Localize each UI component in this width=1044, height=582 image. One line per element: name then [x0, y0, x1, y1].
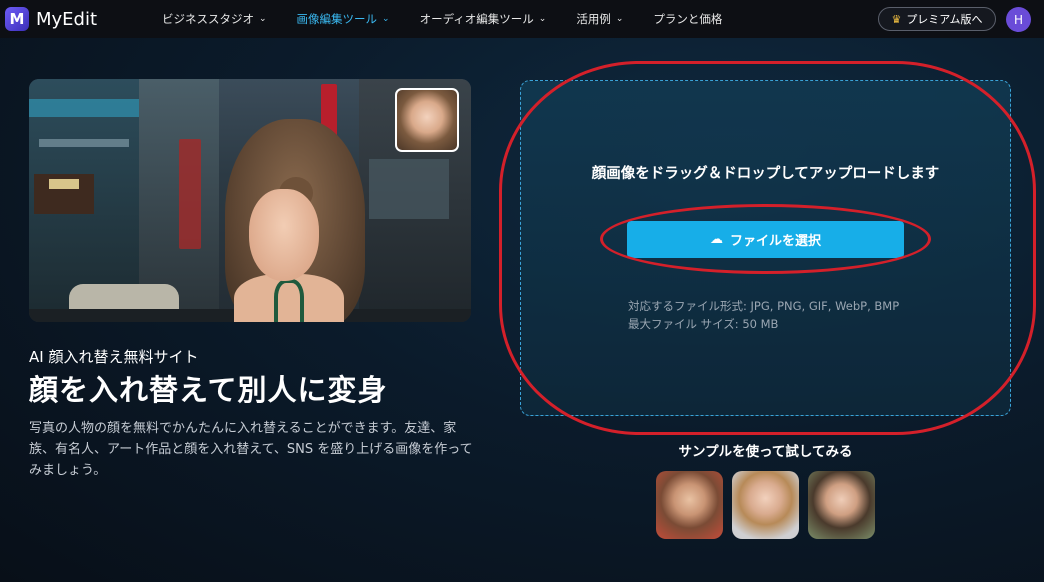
nav-label: オーディオ編集ツール: [419, 12, 534, 26]
nav-item-business-studio[interactable]: ビジネススタジオ ⌄: [162, 11, 267, 27]
max-file-size: 最大ファイル サイズ: 50 MB: [628, 317, 779, 331]
sample-image-3[interactable]: [808, 471, 875, 539]
upload-info: 対応するファイル形式: JPG, PNG, GIF, WebP, BMP 最大フ…: [628, 297, 899, 333]
nav-item-image-editing[interactable]: 画像編集ツール ⌄: [297, 11, 390, 27]
nav-label: 画像編集ツール: [296, 12, 378, 26]
sample-image-1[interactable]: [656, 471, 723, 539]
reference-face-thumbnail: [395, 88, 459, 152]
nav-label: 活用例: [576, 12, 611, 26]
samples-label: サンプルを使って試してみる: [678, 444, 853, 460]
brand-logo[interactable]: M MyEdit: [5, 7, 97, 31]
supported-formats: 対応するファイル形式: JPG, PNG, GIF, WebP, BMP: [628, 299, 900, 313]
nav-label: プランと価格: [653, 12, 723, 26]
nav-item-pricing[interactable]: プランと価格: [653, 11, 722, 27]
chevron-down-icon: ⌄: [259, 14, 267, 24]
brand-name: MyEdit: [36, 8, 98, 30]
page-title: 顔を入れ替えて別人に変身: [29, 373, 388, 407]
select-file-label: ファイルを選択: [729, 234, 821, 249]
premium-label: プレミアム版へ: [906, 13, 983, 26]
crown-icon: ♛: [891, 12, 902, 26]
top-header: M MyEdit ビジネススタジオ ⌄ 画像編集ツール ⌄ オーディオ編集ツール ⌄ …: [0, 0, 1044, 38]
premium-button[interactable]: ♛ プレミアム版へ: [878, 7, 996, 31]
upload-headline: 顔画像をドラッグ＆ドロップしてアップロードします: [591, 166, 940, 182]
chevron-down-icon: ⌄: [615, 14, 624, 24]
sample-list: [656, 471, 884, 539]
main-nav: ビジネススタジオ ⌄ 画像編集ツール ⌄ オーディオ編集ツール ⌄ 活用例 ⌄ プランと…: [162, 0, 752, 38]
hero-subtitle: AI 顔入れ替え無料サイト: [29, 348, 199, 366]
nav-label: ビジネススタジオ: [162, 12, 254, 26]
hero-description: 写真の人物の顔を無料でかんたんに入れ替えることができます。友達、家族、有名人、ア…: [29, 421, 473, 478]
chevron-down-icon: ⌄: [382, 14, 390, 24]
nav-item-audio-editing[interactable]: オーディオ編集ツール ⌄: [420, 11, 547, 27]
chevron-down-icon: ⌄: [538, 14, 547, 24]
avatar[interactable]: H: [1006, 7, 1031, 32]
myedit-logo-icon: M: [5, 7, 29, 31]
nav-item-use-cases[interactable]: 活用例 ⌄: [576, 11, 623, 27]
cloud-upload-icon: ☁: [709, 232, 723, 247]
select-file-button[interactable]: ☁ ファイルを選択: [627, 221, 904, 258]
sample-image-2[interactable]: [732, 471, 799, 539]
